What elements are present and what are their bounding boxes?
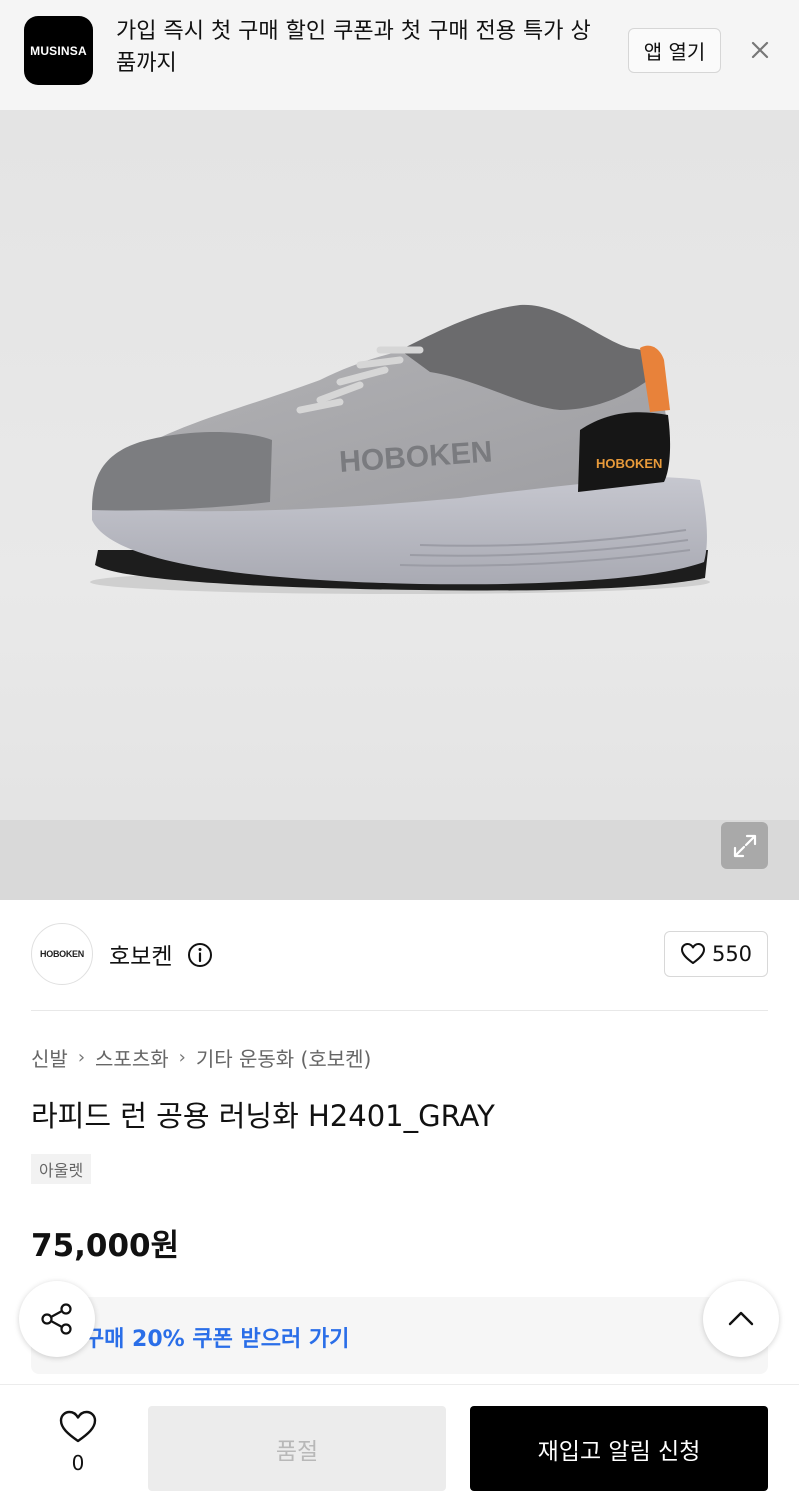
expand-icon <box>733 834 756 857</box>
close-icon[interactable] <box>745 35 775 65</box>
chevron-right-icon: › <box>178 1047 186 1068</box>
divider <box>31 1010 768 1011</box>
musinsa-app-logo: MUSINSA <box>24 16 93 85</box>
coupon-text: 첫 구매 20% 쿠폰 받으러 가기 <box>56 1327 350 1352</box>
chevron-right-icon: › <box>77 1047 86 1068</box>
breadcrumb-item[interactable]: 신발 <box>31 1043 68 1072</box>
product-title: 라피드 런 공용 러닝화 H2401_GRAY <box>31 1099 495 1133</box>
brand-like-button[interactable]: 550 <box>664 931 768 977</box>
expand-image-button[interactable] <box>721 822 768 869</box>
chevron-up-icon <box>728 1311 754 1326</box>
product-price: 75,000원 <box>31 1228 180 1264</box>
product-image-carousel[interactable]: HOBOKEN HOBOKEN <box>0 110 799 900</box>
restock-alert-button[interactable]: 재입고 알림 신청 <box>470 1406 768 1491</box>
soldout-button: 품절 <box>148 1406 446 1491</box>
share-icon <box>41 1303 72 1335</box>
wishlist-button[interactable]: 0 <box>48 1409 108 1479</box>
shoe-heel-logo: HOBOKEN <box>596 456 662 471</box>
breadcrumb-item[interactable]: 스포츠화 <box>95 1043 169 1072</box>
open-app-button[interactable]: 앱 열기 <box>628 28 721 73</box>
coupon-banner[interactable]: 첫 구매 20% 쿠폰 받으러 가기 <box>31 1297 768 1374</box>
brand-name[interactable]: 호보켄 <box>109 937 172 971</box>
outlet-badge: 아울렛 <box>31 1154 92 1184</box>
info-icon[interactable] <box>187 942 213 968</box>
banner-message: 가입 즉시 첫 구매 할인 쿠폰과 첫 구매 전용 특가 상품까지 <box>116 19 591 76</box>
wishlist-count: 0 <box>71 1451 85 1475</box>
app-install-banner: MUSINSA 가입 즉시 첫 구매 할인 쿠폰과 첫 구매 전용 특가 상품까… <box>0 0 799 110</box>
bottom-action-bar: 0 품절 재입고 알림 신청 <box>0 1384 799 1500</box>
heart-icon <box>680 943 705 964</box>
breadcrumb-item[interactable]: 기타 운동화 (호보켄) <box>196 1043 372 1072</box>
heart-icon <box>59 1410 97 1443</box>
image-footer-strip <box>0 820 799 900</box>
like-count: 550 <box>711 942 753 966</box>
share-button[interactable] <box>19 1281 95 1357</box>
product-shoe-image: HOBOKEN HOBOKEN <box>90 304 710 594</box>
brand-logo[interactable]: HOBOKEN <box>31 923 93 985</box>
breadcrumb: 신발 › 스포츠화 › 기타 운동화 (호보켄) <box>31 1043 371 1072</box>
scroll-to-top-button[interactable] <box>703 1281 779 1357</box>
